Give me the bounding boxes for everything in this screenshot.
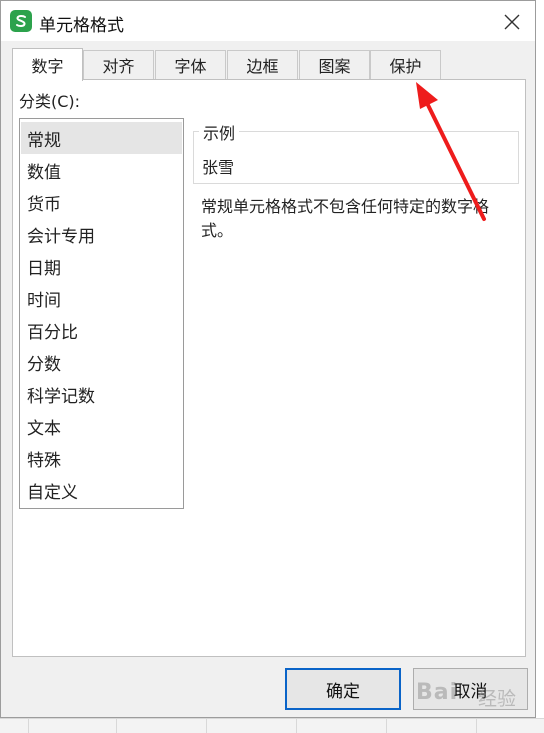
- background-sheet-bottom: [0, 718, 544, 733]
- cancel-button[interactable]: 取消: [413, 668, 528, 710]
- tab-alignment[interactable]: 对齐: [83, 50, 154, 79]
- category-item-number[interactable]: 数值: [21, 154, 182, 186]
- wps-spreadsheet-icon: [10, 10, 32, 32]
- category-item-scientific[interactable]: 科学记数: [21, 378, 182, 410]
- category-item-general[interactable]: 常规: [21, 122, 182, 154]
- dialog-title: 单元格格式: [39, 16, 124, 36]
- category-listbox[interactable]: 常规 数值 货币 会计专用 日期 时间 百分比 分数 科学记数 文本 特殊 自定…: [19, 118, 184, 509]
- format-description: 常规单元格格式不包含任何特定的数字格式。: [201, 197, 490, 240]
- category-item-time[interactable]: 时间: [21, 282, 182, 314]
- tab-border[interactable]: 边框: [227, 50, 298, 79]
- tab-font[interactable]: 字体: [155, 50, 226, 79]
- category-item-currency[interactable]: 货币: [21, 186, 182, 218]
- sample-group: [193, 131, 519, 184]
- category-item-special[interactable]: 特殊: [21, 442, 182, 474]
- category-item-fraction[interactable]: 分数: [21, 346, 182, 378]
- category-item-text[interactable]: 文本: [21, 410, 182, 442]
- close-button[interactable]: [495, 7, 529, 37]
- category-item-percentage[interactable]: 百分比: [21, 314, 182, 346]
- sample-legend: 示例: [199, 120, 240, 144]
- category-item-custom[interactable]: 自定义: [21, 474, 182, 506]
- tab-protection[interactable]: 保护: [370, 50, 441, 79]
- tab-number[interactable]: 数字: [12, 48, 83, 81]
- category-item-date[interactable]: 日期: [21, 250, 182, 282]
- tab-pattern[interactable]: 图案: [299, 50, 370, 79]
- category-label: 分类(C):: [19, 92, 81, 111]
- ok-button[interactable]: 确定: [285, 668, 401, 710]
- title-bar[interactable]: 单元格格式: [1, 1, 535, 41]
- close-icon: [504, 14, 520, 30]
- category-item-accounting[interactable]: 会计专用: [21, 218, 182, 250]
- sample-value: 张雪: [202, 158, 235, 177]
